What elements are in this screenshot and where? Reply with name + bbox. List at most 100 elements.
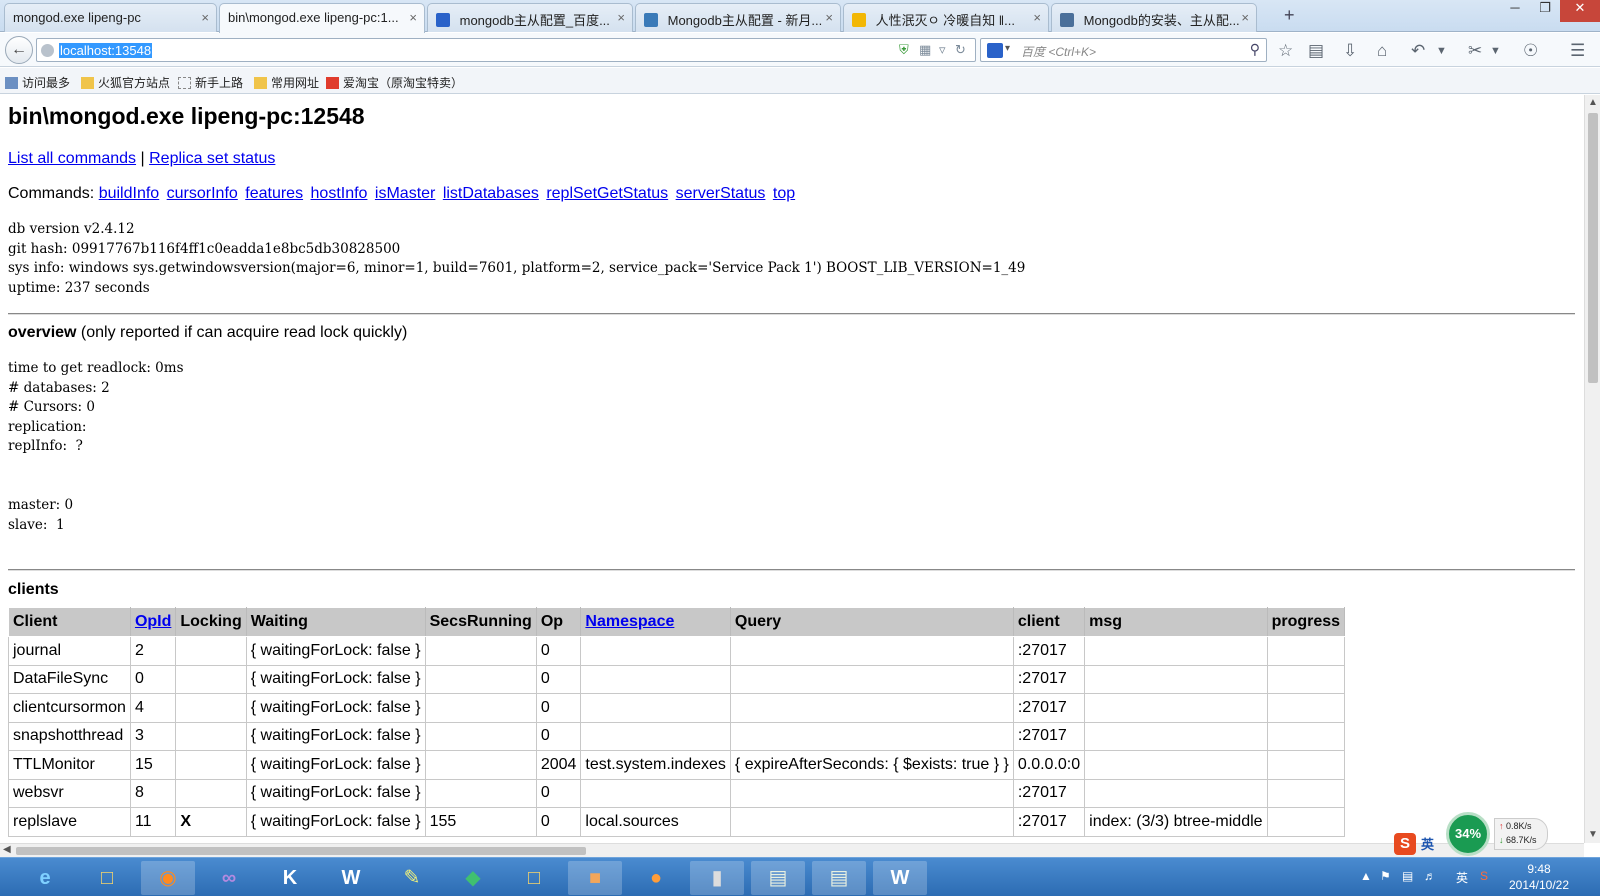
paint-icon[interactable]: ✎ [385,861,439,895]
reader-icon-2[interactable]: ▤ [812,861,866,895]
url-text[interactable]: localhost:13548 [59,43,153,58]
command-link[interactable]: buildInfo [99,185,160,202]
shield-icon[interactable]: ⛨ [899,42,909,58]
vertical-scrollbar[interactable]: ▲ ▼ [1584,95,1600,843]
new-tab-button[interactable]: + [1284,5,1295,26]
menu-hamburger-icon[interactable]: ☰ [1570,41,1585,61]
folder-icon[interactable]: □ [507,861,561,895]
sogou-tray-icon[interactable]: S [1480,869,1488,883]
sort-namespace-link[interactable]: Namespace [585,613,674,630]
scroll-down-arrow-icon[interactable]: ▼ [1588,829,1598,840]
tab-xinyue[interactable]: Mongodb主从配置 - 新月... × [635,3,841,32]
back-arrow-icon[interactable]: ← [5,36,33,64]
command-link[interactable]: listDatabases [443,185,539,202]
sogou-ime-icon[interactable]: S [1394,833,1416,855]
explorer-icon[interactable]: □ [80,861,134,895]
qr-code-icon[interactable]: ▦ [919,42,931,58]
close-tab-icon[interactable]: × [201,10,209,25]
visual-studio-icon[interactable]: ∞ [202,861,256,895]
table-cell: clientcursormon [8,693,131,723]
sort-opid-link[interactable]: OpId [135,613,171,630]
network-monitor-widget[interactable]: 34% ↑ 0.8K/s ↓ 68.7K/s [1446,812,1548,856]
screenshot-crop-icon[interactable]: ✂ [1468,41,1482,61]
windows-taskbar: e □ ◉ ∞ K W ✎ ◆ □ ■ ● ▮ ▤ ▤ W ▲ ⚑ ▤ ♬ 英 … [0,857,1600,896]
crop-dropdown-icon[interactable]: ▼ [1490,45,1501,57]
restore-button[interactable]: ❐ [1530,0,1560,22]
engine-dropdown-icon[interactable]: ▾ [1005,43,1010,54]
undo-icon[interactable]: ↶ [1411,41,1425,61]
scroll-left-arrow-icon[interactable]: ◀ [3,844,11,855]
word-w-icon[interactable]: W [324,861,378,895]
table-row: snapshotthread 3 { waitingForLock: false }… [8,721,1346,751]
network-icon[interactable]: ▤ [1402,869,1413,883]
ime-language[interactable]: 英 [1421,834,1434,853]
command-link[interactable]: features [245,185,303,202]
close-tab-icon[interactable]: × [409,10,417,25]
word-icon[interactable]: W [873,861,927,895]
close-tab-icon[interactable]: × [1033,10,1041,25]
cmd-icon[interactable]: ▮ [690,861,744,895]
scroll-up-arrow-icon[interactable]: ▲ [1588,97,1598,108]
table-cell [175,664,247,694]
command-link[interactable]: replSetGetStatus [546,185,668,202]
tab-blog[interactable]: 人性泯灭ㅇ 冷暖自知 ‖... × [843,3,1049,32]
tab-mongod[interactable]: mongod.exe lipeng-pc × [4,3,217,32]
ime-tray[interactable]: 英 [1456,869,1468,886]
command-link[interactable]: isMaster [375,185,435,202]
table-cell: index: (3/3) btree-middle [1084,807,1268,837]
firefox-icon[interactable]: ◉ [141,861,195,895]
close-tab-icon[interactable]: × [617,10,625,25]
undo-dropdown-icon[interactable]: ▼ [1436,45,1447,57]
reload-icon[interactable]: ↻ [955,42,966,58]
system-clock[interactable]: 9:48 2014/10/22 [1504,861,1574,893]
close-window-button[interactable]: ✕ [1560,0,1600,22]
list-all-commands-link[interactable]: List all commands [8,150,136,167]
table-cell: DataFileSync [8,664,131,694]
reading-list-icon[interactable]: ▤ [1308,41,1324,61]
column-header: client [1012,607,1086,637]
bookmark-getting-started[interactable]: 新手上路 [178,74,243,91]
table-cell: { waitingForLock: false } [245,750,426,780]
table-body: journal 2 { waitingForLock: false } 0:27017… [8,636,1346,837]
command-link[interactable]: serverStatus [676,185,766,202]
bookmark-aitaobao[interactable]: 爱淘宝（原淘宝特卖） [326,74,463,91]
tab-title: Mongodb主从配置 - 新月... [667,13,823,28]
table-cell [1084,750,1268,780]
minimize-button[interactable]: ─ [1500,0,1530,22]
tab-bin-mongod[interactable]: bin\mongod.exe lipeng-pc:1... × [219,3,425,33]
horizontal-scrollbar[interactable]: ◀ [0,843,1584,857]
k-app-icon[interactable]: K [263,861,317,895]
close-tab-icon[interactable]: × [825,10,833,25]
dropdown-arrow-icon[interactable]: ▿ [939,42,946,58]
baidu-engine-icon[interactable] [987,43,1003,58]
tab-baidu[interactable]: mongodb主从配置_百度... × [427,3,633,32]
search-icon[interactable]: ⚲ [1250,41,1260,58]
chat-bubble-icon[interactable]: ☉ [1523,41,1538,61]
search-box[interactable]: ▾ 百度 <Ctrl+K> ⚲ [980,38,1267,62]
tab-mongodb-install[interactable]: Mongodb的安装、主从配... × [1051,3,1257,32]
home-icon[interactable]: ⌂ [1377,41,1387,61]
tray-expand-icon[interactable]: ▲ [1360,869,1372,883]
table-cell: 3 [129,721,177,751]
pdf-icon[interactable]: ● [629,861,683,895]
download-icon[interactable]: ⇩ [1343,41,1357,61]
command-link[interactable]: top [773,185,795,202]
address-bar[interactable]: localhost:13548 ⛨ ▦ ▿ ↻ [36,38,976,62]
bookmark-common-sites[interactable]: 常用网址 [254,74,319,91]
scroll-thumb[interactable] [16,847,586,855]
scroll-thumb[interactable] [1588,113,1598,383]
photo-icon[interactable]: ■ [568,861,622,895]
reader-icon[interactable]: ▤ [751,861,805,895]
bookmark-most-visited[interactable]: 访问最多 [5,74,70,91]
action-center-flag-icon[interactable]: ⚑ [1380,869,1391,883]
command-link[interactable]: cursorInfo [167,185,238,202]
close-tab-icon[interactable]: × [1241,10,1249,25]
green-app-icon[interactable]: ◆ [446,861,500,895]
bookmark-star-icon[interactable]: ☆ [1278,41,1293,61]
ie-icon[interactable]: e [18,861,72,895]
bookmark-firefox-site[interactable]: 火狐官方站点 [81,74,170,91]
table-cell: 0 [535,664,582,694]
replica-set-status-link[interactable]: Replica set status [149,150,275,167]
command-link[interactable]: hostInfo [311,185,368,202]
volume-icon[interactable]: ♬ [1424,869,1436,883]
